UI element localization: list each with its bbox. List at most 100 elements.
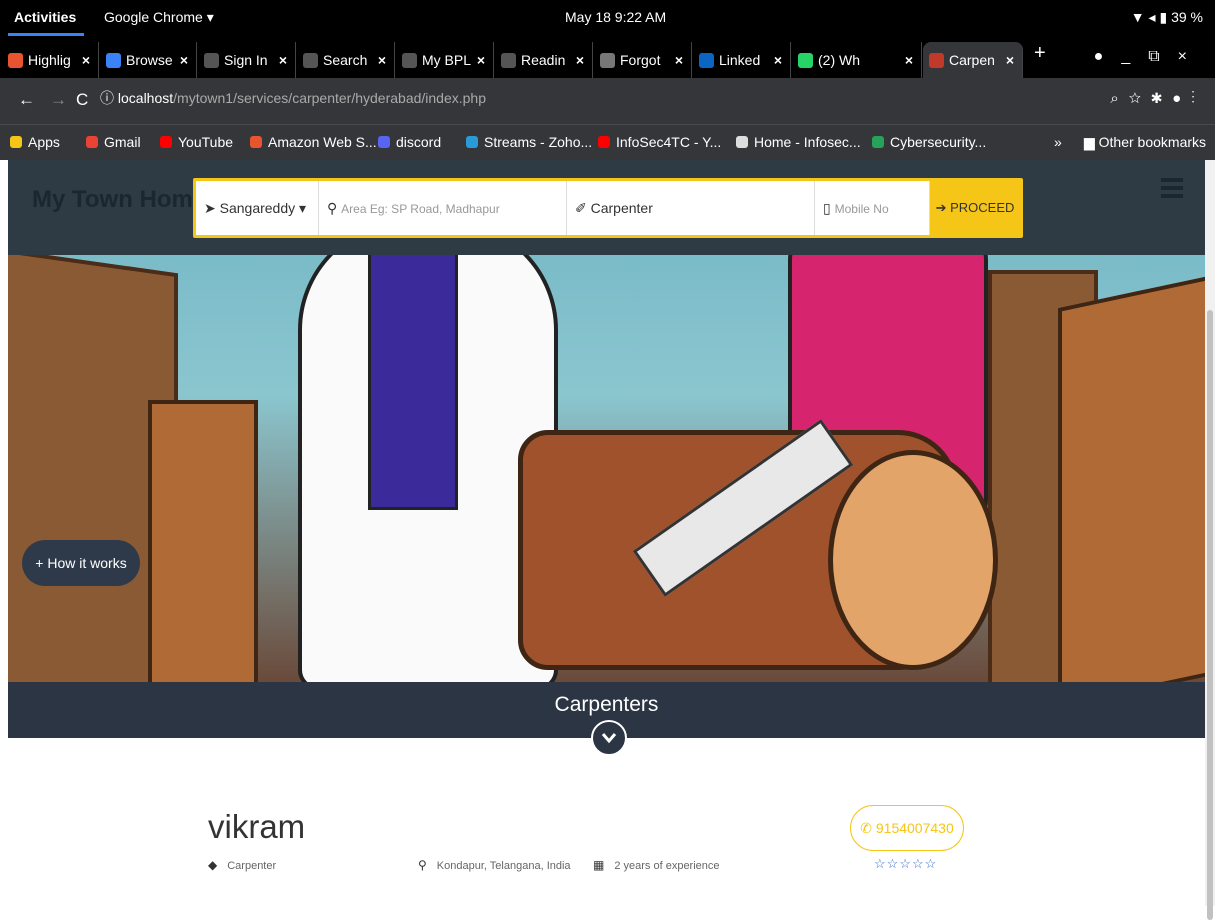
arrow-right-icon: ➔ — [935, 200, 951, 215]
how-it-works-button[interactable]: + How it works — [22, 540, 140, 586]
city-select[interactable]: ➤ Sangareddy ▾ — [196, 181, 319, 235]
close-icon[interactable]: × — [675, 42, 683, 78]
activities-button[interactable]: Activities — [14, 9, 76, 25]
bookmark-infosec4tc[interactable]: InfoSec4TC - Y... — [598, 134, 721, 150]
call-button[interactable]: ✆ 9154007430 — [850, 805, 964, 851]
provider-name[interactable]: vikram — [208, 808, 305, 846]
kebab-menu-icon[interactable]: ⋮ — [1191, 90, 1205, 107]
battery-level: 39 % — [1171, 9, 1203, 25]
search-bar: ➤ Sangareddy ▾ ⚲ Area Eg: SP Road, Madha… — [193, 178, 1023, 238]
system-top-bar: Activities Google Chrome ▾ May 18 9:22 A… — [0, 0, 1215, 36]
provider-profession: ◆ Carpenter — [208, 858, 277, 872]
bookmark-other[interactable]: ▆ Other bookmarks — [1084, 134, 1206, 151]
reload-icon[interactable]: C — [76, 90, 88, 110]
log-end-illustration — [828, 450, 998, 670]
tab-favicon-icon — [929, 53, 944, 68]
tag-icon: ◆ — [208, 858, 218, 872]
chevron-down-icon — [601, 733, 617, 744]
provider-experience: ▦ 2 years of experience — [593, 858, 720, 872]
gmail-icon — [86, 136, 98, 148]
app-menu[interactable]: Google Chrome ▾ — [104, 9, 214, 26]
bookmarks-bar: Apps Gmail YouTube Amazon Web S... disco… — [0, 124, 1215, 160]
youtube-icon — [598, 136, 610, 148]
tab-strip: Highlig × Browse × Sign In × Search × My BPL… — [0, 36, 1215, 78]
address-bar-row: ← → C ⓘ localhost/mytown1/services/carpe… — [0, 78, 1215, 124]
tab-favicon-icon — [798, 53, 813, 68]
globe-icon — [736, 136, 748, 148]
close-icon[interactable]: × — [180, 42, 188, 78]
tab-favicon-icon — [402, 53, 417, 68]
url-field[interactable]: ⓘ localhost/mytown1/services/carpenter/h… — [100, 88, 486, 108]
new-tab-button[interactable]: + — [1034, 42, 1046, 65]
clock[interactable]: May 18 9:22 AM — [565, 9, 666, 25]
star-icon[interactable]: ☆ — [1129, 90, 1151, 107]
bookmarks-overflow[interactable]: » — [1054, 134, 1062, 150]
close-icon[interactable]: × — [576, 42, 584, 78]
tab-reading[interactable]: Readin × — [495, 42, 593, 78]
area-input[interactable]: ⚲ Area Eg: SP Road, Madhapur — [319, 181, 567, 235]
site-brand[interactable]: My Town Home — [32, 186, 206, 214]
wrench-icon: ✐ — [575, 200, 591, 216]
mobile-icon: ▯ — [823, 200, 835, 216]
close-icon[interactable]: × — [1006, 42, 1014, 78]
hamburger-menu-icon[interactable] — [1161, 178, 1183, 198]
tab-favicon-icon — [303, 53, 318, 68]
tab-sign-in[interactable]: Sign In × — [198, 42, 296, 78]
service-input[interactable]: ✐ Carpenter — [567, 181, 815, 235]
hero-banner: My Town Home ➤ Sangareddy ▾ ⚲ Area Eg: S… — [8, 160, 1205, 682]
close-icon[interactable]: × — [378, 42, 386, 78]
phone-icon: ✆ — [860, 820, 876, 836]
tab-favicon-icon — [8, 53, 23, 68]
close-icon[interactable]: × — [82, 42, 90, 78]
tab-linkedin[interactable]: Linked × — [693, 42, 791, 78]
close-icon[interactable]: × — [774, 42, 782, 78]
system-status[interactable]: ▼ ◂ ▮ 39 % — [1131, 9, 1203, 26]
volume-icon: ◂ — [1148, 9, 1156, 25]
bookmark-cybersecurity[interactable]: Cybersecurity... — [872, 134, 986, 150]
bookmark-youtube[interactable]: YouTube — [160, 134, 233, 150]
tab-browse[interactable]: Browse × — [100, 42, 197, 78]
discord-icon — [378, 136, 390, 148]
chevron-down-icon: ▾ — [295, 200, 307, 216]
zoom-icon[interactable]: ⌕ — [1110, 90, 1128, 107]
profile-avatar[interactable]: ● — [1172, 90, 1191, 107]
page-scrollbar[interactable] — [1205, 160, 1215, 920]
tab-whatsapp[interactable]: (2) Wh × — [792, 42, 922, 78]
bookmark-discord[interactable]: discord — [378, 134, 441, 150]
back-icon[interactable]: ← — [18, 90, 35, 110]
scroll-down-button[interactable] — [591, 720, 627, 756]
youtube-icon — [160, 136, 172, 148]
tab-highlig[interactable]: Highlig × — [2, 42, 99, 78]
calendar-icon: ▦ — [593, 858, 605, 872]
close-icon[interactable]: × — [905, 42, 913, 78]
bookmark-apps[interactable]: Apps — [10, 134, 60, 150]
rating-stars[interactable]: ☆☆☆☆☆ — [874, 856, 937, 872]
proceed-button[interactable]: ➔ PROCEED — [930, 181, 1020, 235]
info-icon: ⓘ — [100, 90, 118, 106]
tab-favicon-icon — [699, 53, 714, 68]
tab-favicon-icon — [501, 53, 516, 68]
cybersecurity-icon — [872, 136, 884, 148]
window-controls[interactable]: ●_⧉× — [1094, 48, 1205, 66]
tab-my-bpl[interactable]: My BPL × — [396, 42, 494, 78]
toolbar-actions[interactable]: ⌕☆✱●⋮ — [1110, 90, 1205, 107]
bookmark-aws[interactable]: Amazon Web S... — [250, 134, 377, 150]
forward-icon[interactable]: → — [50, 90, 67, 110]
tab-favicon-icon — [106, 53, 121, 68]
bookmark-infosec-home[interactable]: Home - Infosec... — [736, 134, 861, 150]
location-arrow-icon: ➤ — [204, 200, 220, 216]
aws-icon — [250, 136, 262, 148]
close-icon[interactable]: × — [477, 42, 485, 78]
tab-favicon-icon — [204, 53, 219, 68]
mobile-input[interactable]: ▯ Mobile No — [815, 181, 930, 235]
scrollbar-thumb[interactable] — [1207, 310, 1213, 920]
provider-location: ⚲ Kondapur, Telangana, India — [418, 858, 571, 872]
bookmark-gmail[interactable]: Gmail — [86, 134, 141, 150]
tab-search[interactable]: Search × — [297, 42, 395, 78]
tab-carpenter[interactable]: Carpen × — [923, 42, 1023, 78]
extensions-icon[interactable]: ✱ — [1151, 90, 1172, 107]
bookmark-zoho[interactable]: Streams - Zoho... — [466, 134, 592, 150]
close-icon[interactable]: × — [279, 42, 287, 78]
map-pin-icon: ⚲ — [418, 858, 427, 872]
tab-forgot[interactable]: Forgot × — [594, 42, 692, 78]
